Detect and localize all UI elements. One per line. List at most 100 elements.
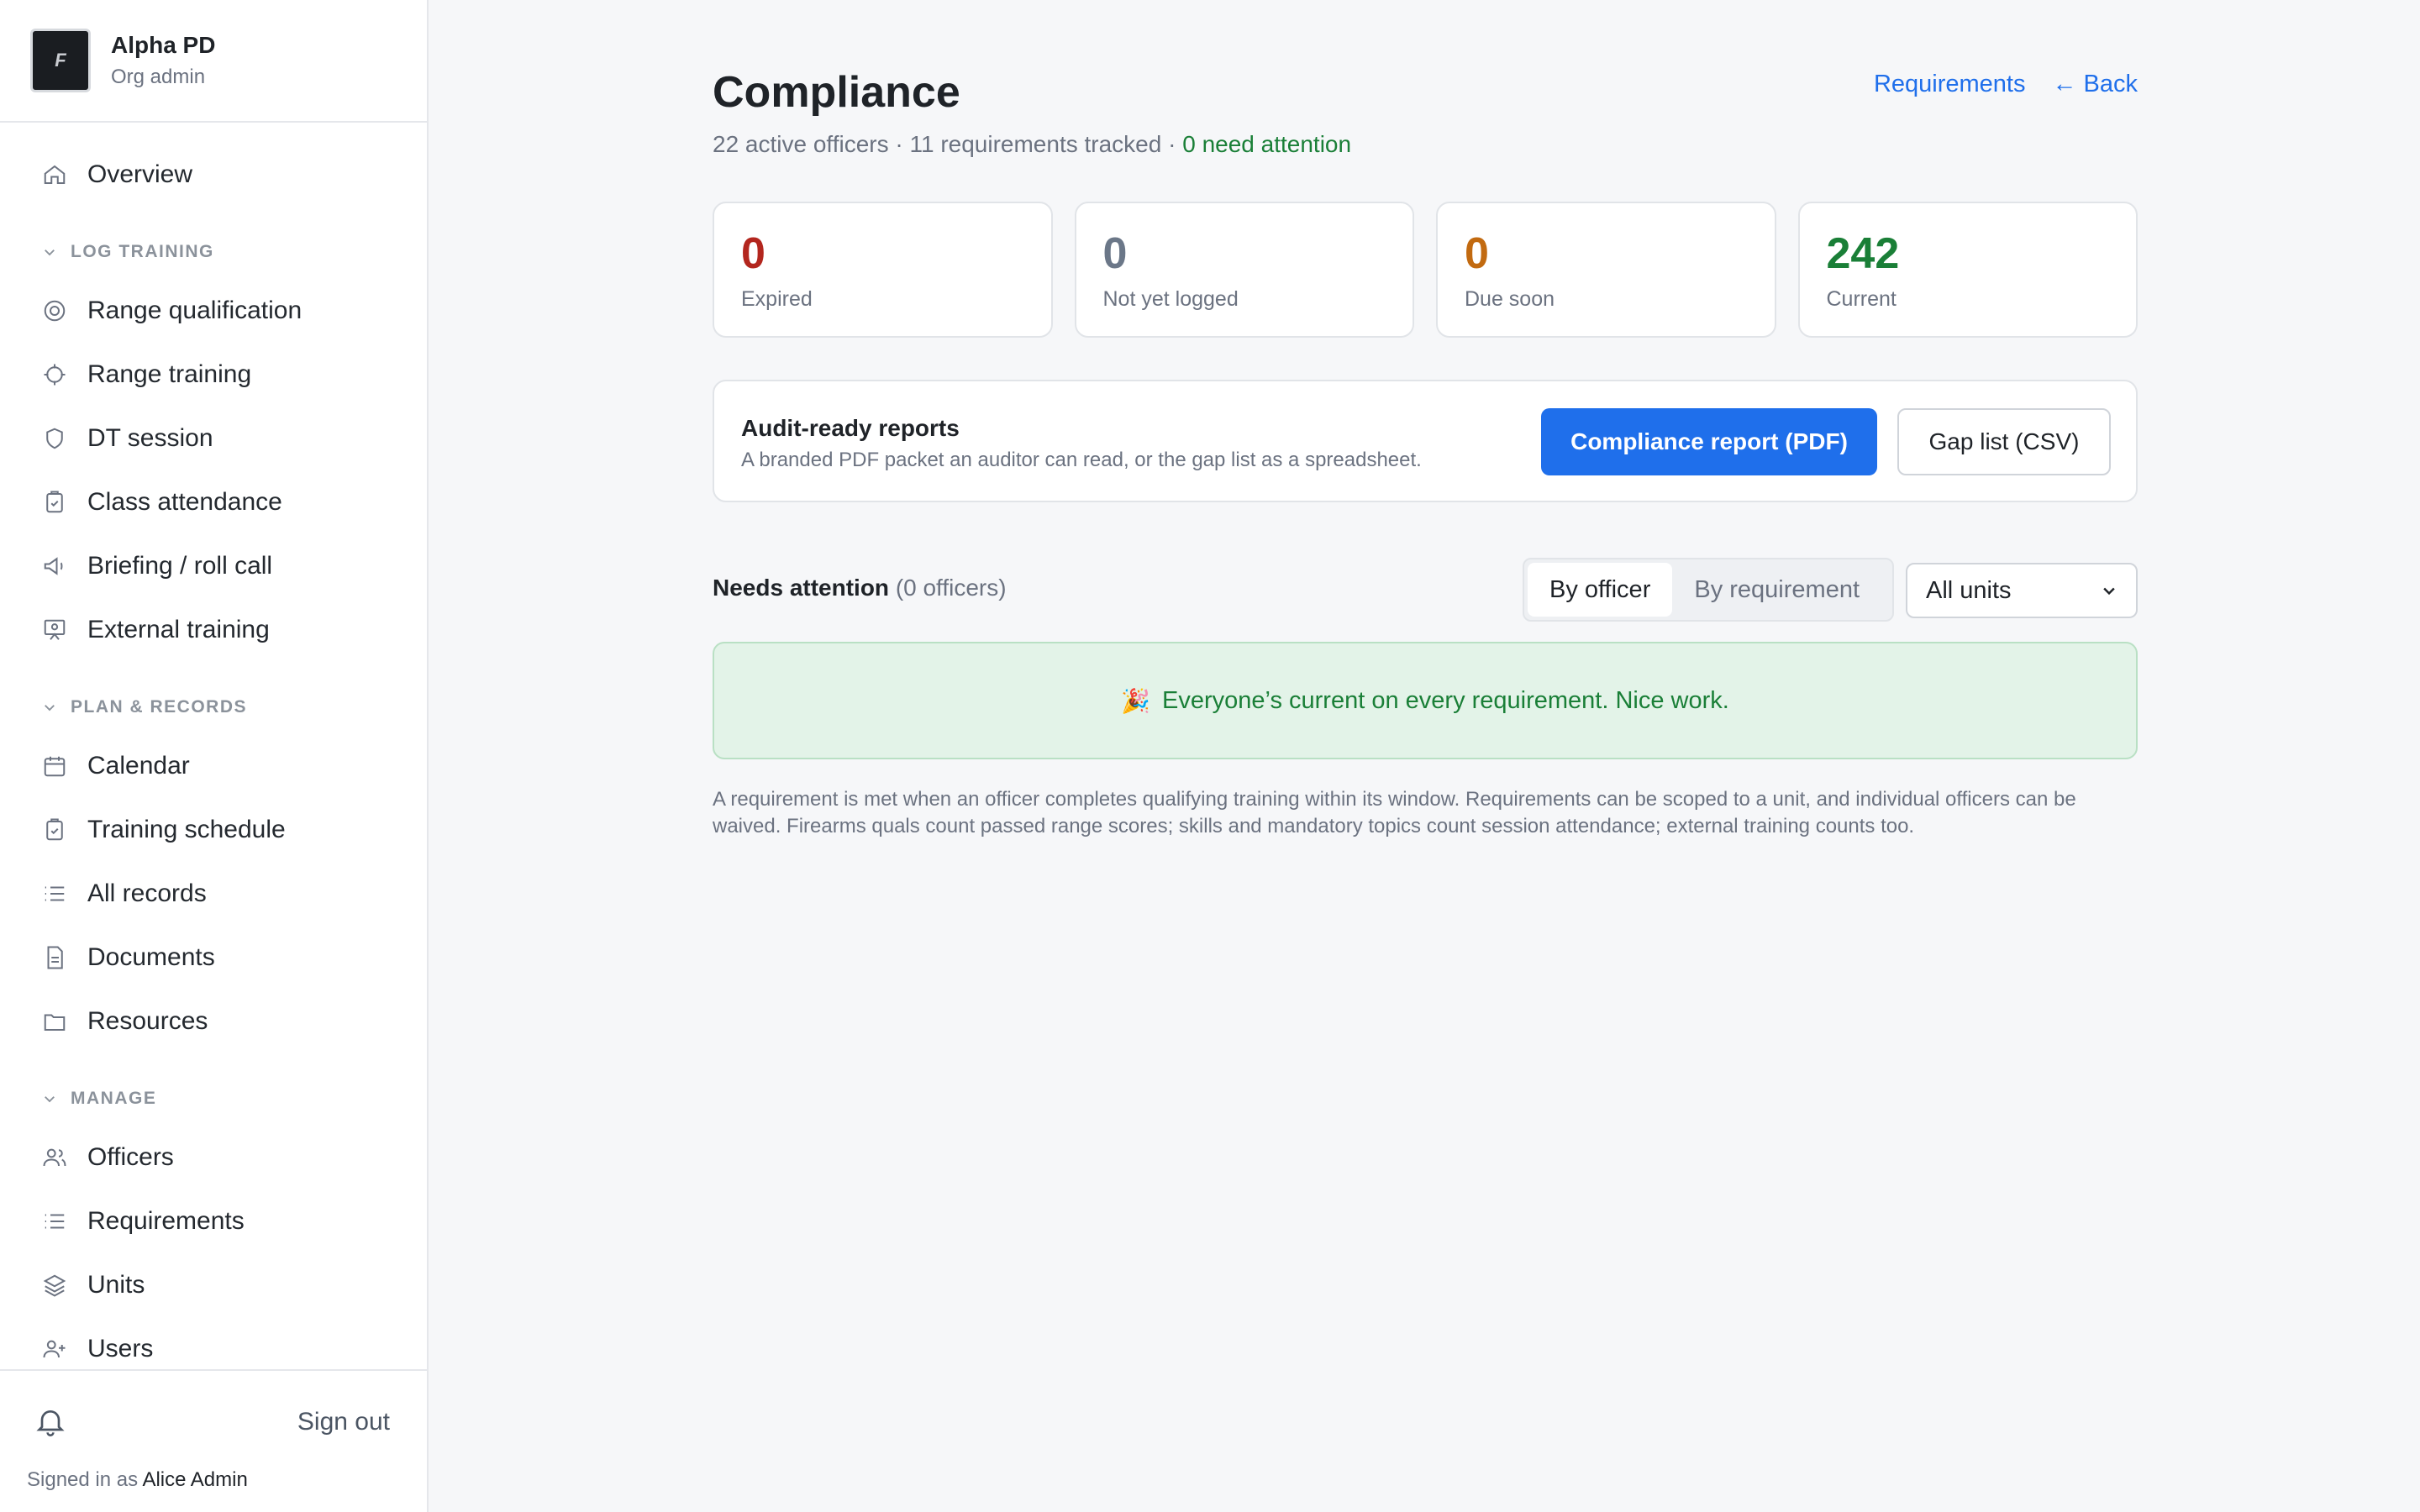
all-current-banner: 🎉 Everyone’s current on every requiremen…	[713, 642, 2138, 759]
sidebar-item-label: External training	[87, 616, 270, 643]
crosshair-icon	[42, 362, 67, 387]
org-logo-glyph: F	[55, 50, 66, 71]
sidebar-item-briefing[interactable]: Briefing / roll call	[0, 534, 427, 598]
section-title: MANAGE	[71, 1089, 157, 1108]
document-icon	[42, 945, 67, 970]
needs-attention-count: (0 officers)	[895, 575, 1007, 601]
sidebar-item-label: Overview	[87, 160, 193, 188]
clipboard-icon	[42, 490, 67, 515]
sidebar-item-label: Training schedule	[87, 816, 286, 843]
signed-in-info: Signed in as Alice Admin	[27, 1468, 248, 1492]
sidebar-item-range-qualification[interactable]: Range qualification	[0, 279, 427, 343]
sidebar-item-overview[interactable]: Overview	[0, 143, 427, 207]
stat-label: Not yet logged	[1102, 287, 1239, 311]
users-icon	[42, 1145, 67, 1170]
layers-icon	[42, 1273, 67, 1298]
presentation-icon	[42, 617, 67, 643]
list-icon	[42, 881, 67, 906]
sidebar-item-label: Briefing / roll call	[87, 552, 273, 580]
sidebar-item-label: Officers	[87, 1143, 174, 1171]
stat-value: 0	[1102, 229, 1128, 278]
sign-out-button[interactable]: Sign out	[297, 1408, 390, 1436]
tab-by-requirement[interactable]: By requirement	[1672, 563, 1881, 617]
user-plus-icon	[42, 1336, 67, 1362]
folder-icon	[42, 1009, 67, 1034]
party-popper-icon: 🎉	[1121, 687, 1151, 714]
sidebar-item-label: Range training	[87, 360, 252, 388]
sidebar-item-label: Units	[87, 1271, 145, 1299]
stat-label: Expired	[741, 287, 813, 311]
section-plan-records[interactable]: PLAN & RECORDS	[0, 680, 427, 734]
compliance-footnote: A requirement is met when an officer com…	[713, 788, 2076, 837]
stat-card-current[interactable]: 242 Current	[1797, 202, 2138, 338]
sidebar-item-label: Range qualification	[87, 297, 302, 324]
sidebar-item-label: Resources	[87, 1007, 208, 1035]
clipboard-icon	[42, 817, 67, 843]
back-link[interactable]: ← Back	[2052, 71, 2138, 98]
view-toggle: By officer By requirement	[1523, 558, 1894, 622]
chevron-down-icon	[45, 249, 55, 256]
signed-in-prefix: Signed in as	[27, 1468, 139, 1491]
reports-description: A branded PDF packet an auditor can read…	[741, 449, 1422, 471]
section-title: PLAN & RECORDS	[71, 697, 248, 717]
org-header[interactable]: F Alpha PD Org admin	[0, 0, 427, 123]
sidebar-item-external-training[interactable]: External training	[0, 598, 427, 662]
calendar-icon	[42, 753, 67, 779]
sidebar-item-documents[interactable]: Documents	[0, 926, 427, 990]
chevron-down-icon	[45, 705, 55, 711]
compliance-report-pdf-button[interactable]: Compliance report (PDF)	[1541, 408, 1877, 475]
bell-icon[interactable]	[34, 1404, 67, 1438]
stat-value: 0	[741, 229, 765, 278]
stats-row: 0 Expired 0 Not yet logged 0 Due soon 24…	[713, 202, 2138, 338]
stat-value: 0	[1465, 229, 1489, 278]
stat-card-not-yet-logged[interactable]: 0 Not yet logged	[1074, 202, 1414, 338]
org-name: Alpha PD	[111, 32, 216, 58]
home-icon	[42, 162, 67, 187]
success-message: Everyone’s current on every requirement.…	[1162, 686, 1729, 714]
page-title: Compliance	[713, 68, 960, 117]
subtitle-attention-status: 0 need attention	[1182, 131, 1352, 157]
reports-card: Audit-ready reports A branded PDF packet…	[713, 380, 2138, 502]
stat-label: Due soon	[1465, 287, 1555, 311]
unit-filter-value: All units	[1926, 576, 2012, 604]
needs-attention-title: Needs attention	[713, 575, 890, 601]
top-links: Requirements ← Back	[1874, 71, 2138, 98]
stat-label: Current	[1826, 287, 1897, 311]
org-role: Org admin	[111, 66, 206, 88]
sidebar-item-label: Requirements	[87, 1207, 245, 1235]
section-manage[interactable]: MANAGE	[0, 1072, 427, 1126]
section-title: LOG TRAINING	[71, 242, 214, 261]
org-logo: F	[30, 29, 91, 92]
stat-value: 242	[1826, 229, 1900, 278]
requirements-link[interactable]: Requirements	[1874, 71, 2026, 98]
sidebar-item-officers[interactable]: Officers	[0, 1126, 427, 1189]
chevron-down-icon	[45, 1096, 55, 1103]
unit-filter-select[interactable]: All units	[1906, 563, 2138, 618]
sidebar-item-units[interactable]: Units	[0, 1253, 427, 1317]
sidebar: F Alpha PD Org admin Overview LOG TRAINI…	[0, 0, 429, 1512]
sidebar-item-dt-session[interactable]: DT session	[0, 407, 427, 470]
sidebar-item-range-training[interactable]: Range training	[0, 343, 427, 407]
sidebar-item-class-attendance[interactable]: Class attendance	[0, 470, 427, 534]
section-log-training[interactable]: LOG TRAINING	[0, 225, 427, 279]
sidebar-item-resources[interactable]: Resources	[0, 990, 427, 1053]
sidebar-item-calendar[interactable]: Calendar	[0, 734, 427, 798]
sidebar-item-label: All records	[87, 879, 207, 907]
sidebar-item-label: Class attendance	[87, 488, 282, 516]
stat-card-expired[interactable]: 0 Expired	[713, 202, 1053, 338]
sidebar-item-requirements[interactable]: Requirements	[0, 1189, 427, 1253]
sidebar-item-label: Calendar	[87, 752, 190, 780]
reports-title: Audit-ready reports	[741, 415, 960, 441]
megaphone-icon	[42, 554, 67, 579]
sidebar-item-label: DT session	[87, 424, 213, 452]
tab-by-officer[interactable]: By officer	[1528, 563, 1673, 617]
signed-in-user: Alice Admin	[142, 1468, 248, 1491]
sidebar-item-label: Documents	[87, 943, 215, 971]
sidebar-item-training-schedule[interactable]: Training schedule	[0, 798, 427, 862]
chevron-down-icon	[2103, 587, 2115, 596]
stat-card-due-soon[interactable]: 0 Due soon	[1436, 202, 1776, 338]
sidebar-item-all-records[interactable]: All records	[0, 862, 427, 926]
gap-list-csv-button[interactable]: Gap list (CSV)	[1897, 408, 2111, 475]
subtitle-summary: 22 active officers · 11 requirements tra…	[713, 131, 1183, 157]
sidebar-nav: Overview LOG TRAINING Range qualificatio…	[0, 123, 427, 1381]
